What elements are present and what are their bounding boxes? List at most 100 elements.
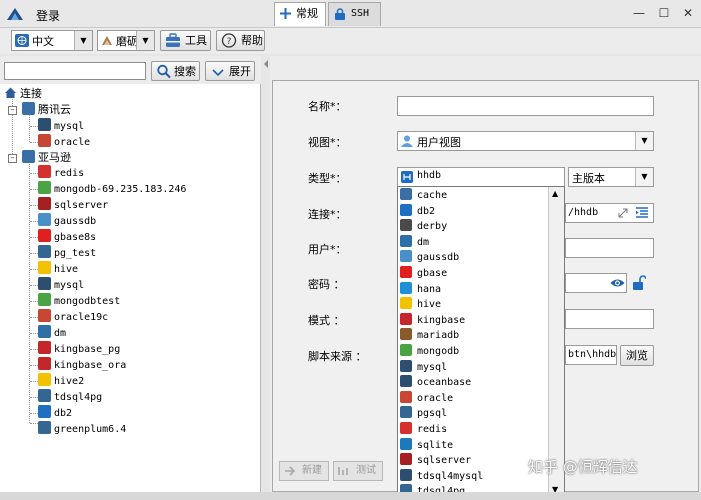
type-dropdown: cache db2 derby dm gaussdb gbase hana hive kingb… [397, 186, 565, 500]
collapse-left-icon[interactable] [263, 60, 269, 68]
redis-icon [400, 422, 412, 434]
edit-list-icon[interactable] [635, 207, 649, 219]
dropdown-option[interactable]: pgsql [400, 406, 548, 421]
dropdown-option[interactable]: mariadb [400, 328, 548, 343]
tree-item[interactable]: dm [38, 325, 66, 341]
dropdown-option-label: derby [417, 221, 448, 233]
theme-icon [102, 36, 112, 45]
gbase-icon [38, 229, 51, 242]
version-select[interactable]: 主版本 ▼ [568, 167, 654, 187]
expand-button[interactable]: 展开 [205, 61, 255, 81]
dropdown-option[interactable]: hive [400, 297, 548, 312]
schema-label: 模式 ： [308, 314, 345, 327]
tree-group[interactable]: 亚马逊 [22, 150, 71, 166]
dropdown-option[interactable]: db2 [400, 203, 548, 219]
tree-item[interactable]: redis [38, 165, 84, 181]
pane-splitter[interactable] [262, 56, 270, 492]
user-input[interactable] [565, 238, 654, 258]
test-icon [338, 467, 348, 475]
tdsql4mysql-icon [400, 468, 412, 481]
dropdown-option[interactable]: cache [400, 188, 548, 203]
dropdown-option[interactable]: hana [400, 281, 548, 297]
gbase-icon [400, 266, 412, 278]
tree-item-label: hive2 [54, 376, 85, 387]
help-button[interactable]: ? 帮助 [216, 30, 265, 51]
tree-item[interactable]: kingbase_ora [38, 357, 126, 373]
dropdown-option[interactable]: gbase [400, 266, 548, 281]
dropdown-option[interactable]: kingbase [400, 312, 548, 328]
tools-button[interactable]: 工具 [160, 30, 211, 51]
tree-item[interactable]: gbase8s [38, 229, 96, 245]
collapse-icon[interactable]: – [8, 106, 17, 115]
postgresql-icon [38, 245, 51, 258]
tree-group[interactable]: 腾讯云 [22, 102, 71, 118]
theme-select[interactable]: 磨砺 ▼ [97, 30, 155, 51]
tree-connector [30, 269, 38, 270]
tree-item[interactable]: oracle19c [38, 309, 108, 325]
eye-icon[interactable] [610, 277, 625, 289]
resize-icon[interactable] [618, 207, 628, 218]
tree-item[interactable]: gaussdb [38, 213, 96, 229]
tree-root[interactable]: 连接 [4, 86, 42, 102]
password-input[interactable] [565, 273, 627, 293]
maximize-icon[interactable]: ☐ [657, 6, 671, 20]
tree-item[interactable]: mysql [38, 277, 84, 293]
tree-connector [30, 397, 38, 398]
dropdown-option[interactable]: dm [400, 234, 548, 250]
tree-item[interactable]: mysql [38, 118, 84, 134]
new-button[interactable]: 新建 [279, 461, 329, 481]
tree-connector [30, 381, 38, 382]
mysql-icon [38, 277, 51, 290]
dm-icon [38, 325, 51, 338]
minimize-icon[interactable]: — [632, 6, 646, 20]
dropdown-option[interactable]: mysql [400, 359, 548, 375]
tab-ssh[interactable]: SSH [328, 2, 381, 26]
tree-item[interactable]: pg_test [38, 245, 96, 261]
name-input[interactable] [397, 96, 654, 116]
chevron-down-icon: ▼ [136, 31, 154, 50]
dropdown-option[interactable]: derby [400, 219, 548, 234]
schema-input[interactable] [565, 309, 654, 329]
connect-input[interactable]: /hhdb [565, 203, 654, 223]
type-label: 类型*： [308, 172, 347, 185]
tree-item[interactable]: sqlserver [38, 197, 108, 213]
tree-connector [29, 161, 30, 423]
dropdown-option[interactable]: tdsql4mysql [400, 468, 548, 484]
type-select[interactable]: hhdb [397, 167, 565, 187]
dropdown-option[interactable]: oracle [400, 390, 548, 406]
tree-item[interactable]: hive [38, 261, 78, 277]
tree-item[interactable]: db2 [38, 405, 72, 421]
view-select[interactable]: 用户视图 ▼ [397, 131, 654, 151]
tree-item[interactable]: oracle [38, 134, 90, 150]
browse-button[interactable]: 浏览 [620, 345, 654, 366]
tree-item[interactable]: greenplum6.4 [38, 421, 126, 437]
language-select[interactable]: 中文 ▼ [11, 30, 93, 51]
dropdown-option[interactable]: oceanbase [400, 375, 548, 390]
scroll-up-icon[interactable]: ▲ [552, 189, 558, 198]
tree-item[interactable]: mongodbtest [38, 293, 120, 309]
tree-item[interactable]: hive2 [38, 373, 84, 389]
search-input[interactable] [4, 62, 146, 80]
collapse-icon[interactable]: – [8, 154, 17, 163]
dropdown-option-label: mariadb [417, 330, 460, 342]
close-icon[interactable]: ✕ [681, 6, 695, 20]
dropdown-option[interactable]: sqlserver [400, 453, 548, 468]
tab-general[interactable]: 常规 [274, 2, 326, 26]
tree-connector [30, 221, 38, 222]
test-label: 测试 [356, 465, 376, 476]
dropdown-option[interactable]: gaussdb [400, 250, 548, 265]
tree-item[interactable]: kingbase_pg [38, 341, 120, 357]
tree-item[interactable]: mongodb-69.235.183.246 [38, 181, 186, 197]
dropdown-option[interactable]: sqlite [400, 437, 548, 453]
dropdown-option[interactable]: redis [400, 422, 548, 437]
dropdown-scrollbar[interactable]: ▲ ▼ [548, 187, 564, 499]
mariadb-icon [400, 328, 412, 341]
script-path-input[interactable]: btn\hhdb [565, 345, 617, 365]
test-button[interactable]: 测试 [333, 461, 383, 481]
toolbar: 中文 ▼ 磨砺 ▼ 工具 ? 帮助 [0, 28, 701, 54]
dropdown-option[interactable]: mongodb [400, 344, 548, 359]
tree-item[interactable]: tdsql4pg [38, 389, 102, 405]
tree-connector [30, 142, 38, 143]
search-button[interactable]: 搜索 [151, 61, 200, 81]
unlock-icon[interactable] [632, 275, 646, 290]
